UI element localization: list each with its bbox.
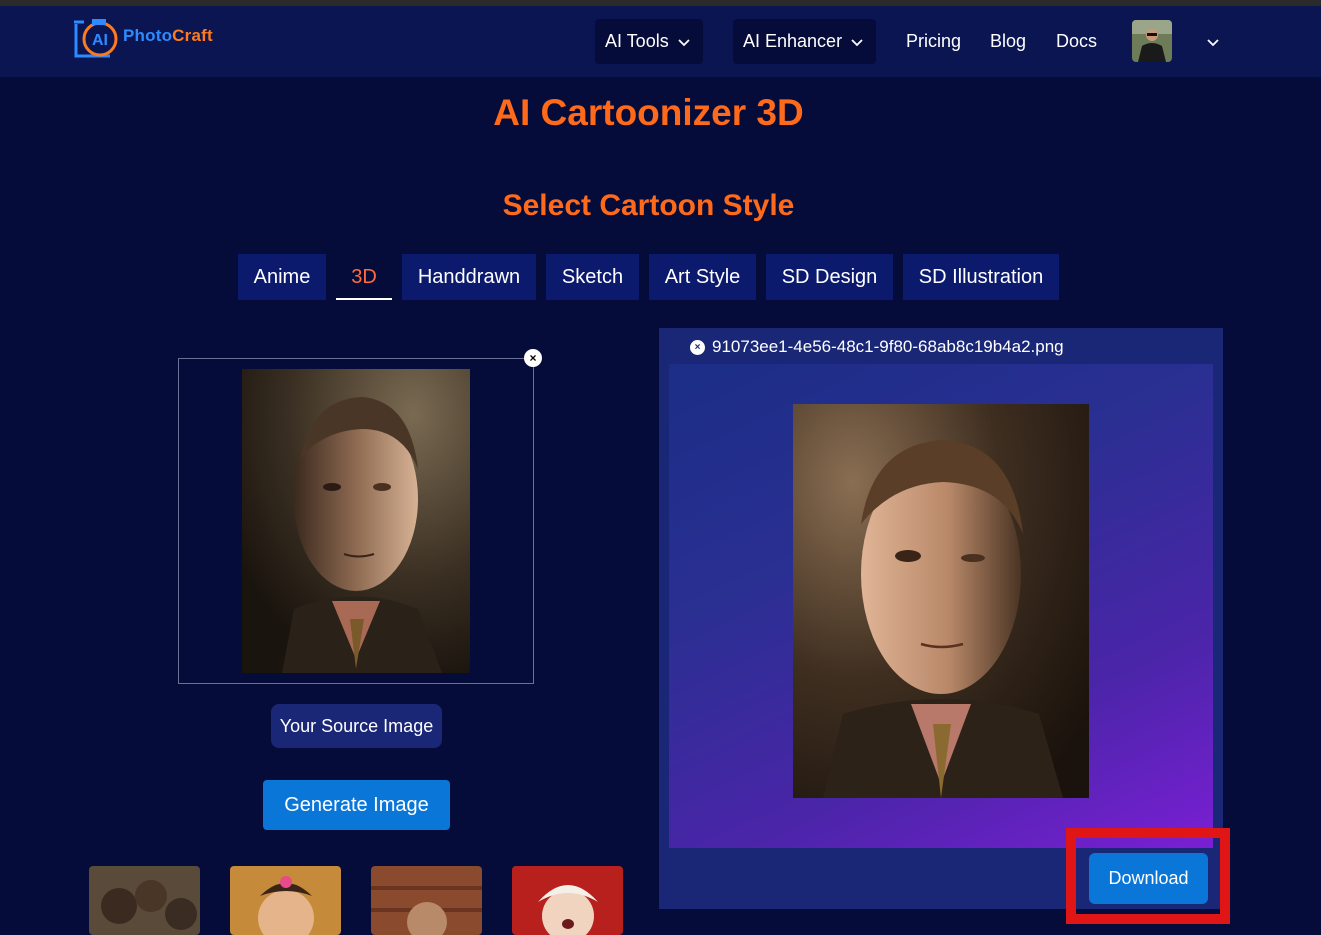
nav-link-blog[interactable]: Blog xyxy=(990,31,1026,52)
logo-ai-text: AI xyxy=(92,32,108,49)
tab-sd-design[interactable]: SD Design xyxy=(766,254,893,300)
account-chevron-down-icon[interactable] xyxy=(1206,35,1220,49)
page-title: AI Cartoonizer 3D xyxy=(493,92,804,133)
source-image xyxy=(242,369,470,673)
tab-handdrawn[interactable]: Handdrawn xyxy=(402,254,536,300)
chevron-down-icon xyxy=(678,38,690,46)
nav-dropdown-ai-enhancer[interactable]: AI Enhancer xyxy=(733,19,876,64)
tab-3d[interactable]: 3D xyxy=(336,254,392,300)
sample-thumbnail[interactable] xyxy=(89,866,200,935)
result-file-row: × 91073ee1-4e56-48c1-9f80-68ab8c19b4a2.p… xyxy=(690,337,1064,357)
tab-art-style[interactable]: Art Style xyxy=(649,254,756,300)
logo-photo-text: Photo xyxy=(123,26,173,45)
logo-craft-text: Craft xyxy=(172,26,213,45)
tab-sketch[interactable]: Sketch xyxy=(546,254,639,300)
tab-sd-illustration[interactable]: SD Illustration xyxy=(903,254,1059,300)
source-image-label: Your Source Image xyxy=(271,704,442,748)
result-filename: 91073ee1-4e56-48c1-9f80-68ab8c19b4a2.png xyxy=(712,337,1064,356)
logo[interactable]: AI PhotoCraft xyxy=(70,16,230,60)
sample-thumbnail[interactable] xyxy=(230,866,341,935)
sample-thumbnail[interactable] xyxy=(371,866,482,935)
section-title: Select Cartoon Style xyxy=(502,189,795,222)
nav-dropdown-label: AI Tools xyxy=(605,31,669,51)
download-button[interactable]: Download xyxy=(1089,853,1208,904)
result-image xyxy=(793,404,1089,798)
chevron-down-icon xyxy=(851,38,863,46)
nav-dropdown-label: AI Enhancer xyxy=(743,31,843,51)
avatar[interactable] xyxy=(1132,20,1172,62)
nav-link-pricing[interactable]: Pricing xyxy=(906,31,961,52)
logo-text: PhotoCraft xyxy=(123,26,213,46)
remove-result-close-icon[interactable]: × xyxy=(690,339,705,355)
sample-thumbnail[interactable] xyxy=(512,866,623,935)
generate-image-button[interactable]: Generate Image xyxy=(263,780,450,830)
avatar-image xyxy=(1132,20,1172,62)
remove-source-close-icon[interactable]: × xyxy=(524,349,542,367)
logo-icon: AI xyxy=(74,19,118,58)
nav-dropdown-ai-tools[interactable]: AI Tools xyxy=(595,19,703,64)
nav-link-docs[interactable]: Docs xyxy=(1056,31,1097,52)
navbar: AI PhotoCraft AI Tools AI Enhancer Prici… xyxy=(0,6,1321,77)
tab-anime[interactable]: Anime xyxy=(238,254,326,300)
